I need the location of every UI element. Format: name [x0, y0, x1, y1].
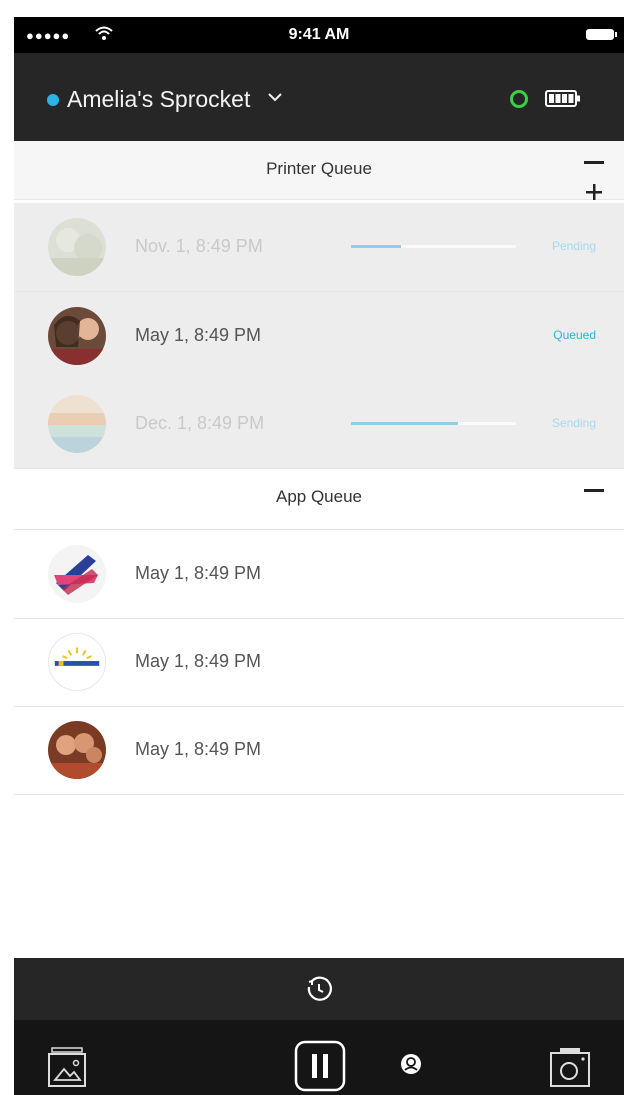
- print-job-date: May 1, 8:49 PM: [135, 739, 262, 759]
- device-selector[interactable]: Amelia's Sprocket: [67, 86, 250, 113]
- device-header: Amelia's Sprocket: [14, 53, 624, 141]
- print-job-date: May 1, 8:49 PM: [135, 651, 262, 671]
- user-icon[interactable]: [400, 1053, 422, 1075]
- print-progress-fill: [351, 245, 401, 248]
- print-progress-bar: [351, 245, 516, 248]
- app-queue-row[interactable]: May 1, 8:49 PM: [14, 618, 624, 707]
- print-job-date: Nov. 1, 8:49 PM: [135, 236, 263, 256]
- print-job-status: Queued: [553, 328, 596, 342]
- printer-queue-row[interactable]: Dec. 1, 8:49 PM Sending: [14, 380, 624, 469]
- photo-thumbnail: [48, 721, 106, 779]
- print-job-date: May 1, 8:49 PM: [135, 325, 262, 345]
- photo-thumbnail: [48, 218, 106, 276]
- print-job-status: Pending: [551, 239, 596, 253]
- chevron-down-icon[interactable]: [267, 89, 283, 105]
- timer-bar: [14, 958, 624, 1020]
- printer-battery-icon: [545, 90, 580, 107]
- app-queue-title: App Queue: [275, 487, 362, 506]
- add-to-printer-queue-button[interactable]: [584, 182, 604, 202]
- clock: 9:41 AM: [288, 26, 350, 43]
- device-status-dot: [47, 94, 59, 106]
- timer-icon[interactable]: [304, 974, 334, 1004]
- collapse-app-queue-button[interactable]: [584, 489, 604, 492]
- photo-thumbnail: [48, 633, 106, 691]
- app-queue-header: App Queue: [14, 469, 624, 530]
- print-progress-fill: [351, 422, 459, 425]
- photo-thumbnail: [48, 545, 106, 603]
- bottom-navigation: [14, 1020, 624, 1095]
- print-progress-bar: [351, 422, 516, 425]
- battery-icon: [586, 29, 617, 40]
- print-job-date: Dec. 1, 8:49 PM: [135, 413, 265, 433]
- gallery-icon[interactable]: [46, 1045, 90, 1089]
- app-screen: ●●●●● 9:41 AM Amelia's Sprocket Printer …: [14, 17, 624, 1095]
- printer-queue-row[interactable]: Nov. 1, 8:49 PM Pending: [14, 203, 624, 292]
- app-queue-row[interactable]: May 1, 8:49 PM: [14, 530, 624, 619]
- status-bar: ●●●●● 9:41 AM: [14, 17, 624, 53]
- pause-button[interactable]: [294, 1040, 346, 1092]
- photo-thumbnail: [48, 307, 106, 365]
- print-job-date: May 1, 8:49 PM: [135, 563, 262, 583]
- collapse-printer-queue-button[interactable]: [584, 161, 604, 164]
- print-job-status: Sending: [551, 416, 596, 430]
- printer-queue-header: Printer Queue: [14, 141, 624, 200]
- printer-queue-title: Printer Queue: [266, 159, 372, 178]
- connection-indicator: [510, 90, 528, 108]
- photo-thumbnail: [48, 395, 106, 453]
- app-queue-row[interactable]: May 1, 8:49 PM: [14, 706, 624, 795]
- camera-icon[interactable]: [548, 1045, 592, 1089]
- printer-queue-row[interactable]: May 1, 8:49 PM Queued: [14, 292, 624, 381]
